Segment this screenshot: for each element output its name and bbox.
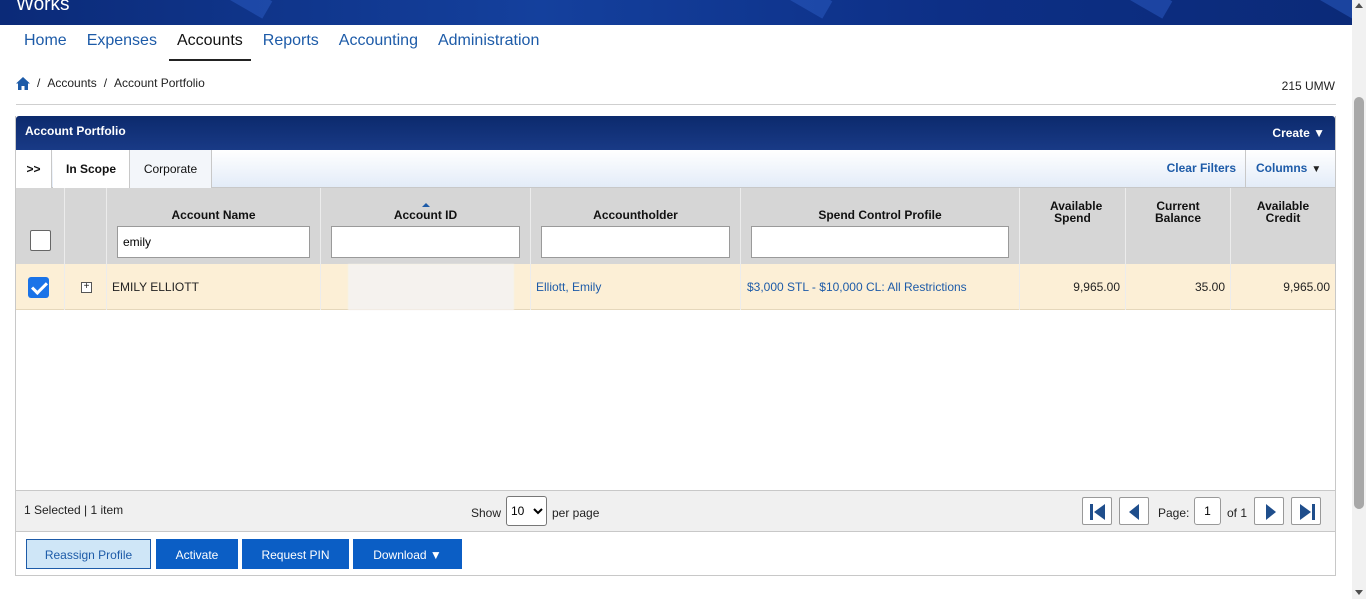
scroll-up-icon[interactable] <box>1355 3 1363 8</box>
banner-decoration <box>787 0 833 19</box>
page-scrollbar[interactable] <box>1352 0 1366 599</box>
columns-label: Columns <box>1256 161 1308 175</box>
clear-filters-link[interactable]: Clear Filters <box>1167 161 1236 175</box>
expand-row-icon[interactable]: + <box>81 282 92 293</box>
nav-accounts[interactable]: Accounts <box>168 25 251 61</box>
available-credit-header[interactable]: Available Credit <box>1231 188 1335 264</box>
activate-button[interactable]: Activate <box>156 539 238 569</box>
divider <box>16 104 1336 105</box>
tab-in-scope[interactable]: In Scope <box>53 150 130 188</box>
available-credit-cell: 9,965.00 <box>1283 280 1330 294</box>
accountholder-link[interactable]: Elliott, Emily <box>531 264 741 310</box>
spend-control-profile-label: Spend Control Profile <box>818 208 942 222</box>
spend-control-profile-link[interactable]: $3,000 STL - $10,000 CL: All Restriction… <box>741 264 1020 310</box>
available-credit-label: Available Credit <box>1256 199 1310 225</box>
account-id-label: Account ID <box>393 208 458 222</box>
per-page-label: per page <box>552 506 600 520</box>
accountholder-header[interactable]: Accountholder <box>531 188 741 264</box>
breadcrumb-current: Account Portfolio <box>114 76 205 90</box>
first-page-icon <box>1090 504 1105 520</box>
expand-column <box>65 188 107 264</box>
next-page-button[interactable] <box>1254 497 1284 525</box>
redacted-account-id <box>348 264 514 310</box>
accountholder-filter[interactable] <box>541 226 730 258</box>
current-balance-header[interactable]: Current Balance <box>1126 188 1231 264</box>
org-code: 215 UMW <box>1281 79 1335 93</box>
breadcrumb-separator: / <box>37 76 41 90</box>
scroll-thumb[interactable] <box>1354 97 1364 509</box>
table-row[interactable]: + EMILY ELLIOTT Elliott, Emily $3,000 ST… <box>16 264 1335 310</box>
accountholder-label: Accountholder <box>593 208 678 222</box>
request-pin-button[interactable]: Request PIN <box>242 539 349 569</box>
breadcrumb: / Accounts / Account Portfolio <box>16 76 205 90</box>
banner-decoration <box>227 0 273 19</box>
account-name-filter[interactable] <box>117 226 310 258</box>
spend-control-profile-header[interactable]: Spend Control Profile <box>741 188 1020 264</box>
last-page-button[interactable] <box>1291 497 1321 525</box>
last-page-icon <box>1300 504 1315 520</box>
columns-menu-button[interactable]: Columns ▼ <box>1245 150 1335 188</box>
spend-control-profile-filter[interactable] <box>751 226 1009 258</box>
nav-accounting[interactable]: Accounting <box>331 25 426 61</box>
current-balance-label: Current Balance <box>1154 199 1202 225</box>
current-balance-cell: 35.00 <box>1126 264 1231 310</box>
account-name-cell: EMILY ELLIOTT <box>107 264 321 310</box>
account-id-filter[interactable] <box>331 226 520 258</box>
account-id-cell <box>321 264 531 310</box>
top-banner: Works <box>0 0 1352 25</box>
nav-expenses[interactable]: Expenses <box>79 25 165 61</box>
next-page-icon <box>1266 504 1276 520</box>
table-header: Account Name Account ID Accountholder Sp… <box>16 188 1335 264</box>
scroll-down-icon[interactable] <box>1355 590 1363 595</box>
breadcrumb-accounts[interactable]: Accounts <box>47 76 96 90</box>
page-number-input[interactable] <box>1194 497 1221 525</box>
banner-decoration <box>1317 0 1352 19</box>
available-spend-header[interactable]: Available Spend <box>1020 188 1126 264</box>
previous-page-button[interactable] <box>1119 497 1149 525</box>
selection-count: 1 Selected | 1 item <box>24 503 124 517</box>
available-spend-label: Available Spend <box>1050 199 1103 225</box>
row-expand-cell: + <box>65 264 107 310</box>
row-select-cell <box>16 264 65 310</box>
action-bar: Reassign Profile Activate Request PIN Do… <box>16 534 1335 574</box>
nav-home[interactable]: Home <box>16 25 75 61</box>
select-all-column <box>16 188 65 264</box>
account-portfolio-panel: Account Portfolio Create ▼ >> In Scope C… <box>15 116 1336 576</box>
main-nav: Home Expenses Accounts Reports Accountin… <box>16 25 551 61</box>
nav-reports[interactable]: Reports <box>255 25 327 61</box>
first-page-button[interactable] <box>1082 497 1112 525</box>
brand-name: Works <box>16 0 70 15</box>
download-menu-button[interactable]: Download ▼ <box>353 539 462 569</box>
expand-filters-tab[interactable]: >> <box>16 150 52 188</box>
sort-ascending-icon <box>421 203 430 207</box>
tab-corporate[interactable]: Corporate <box>130 150 212 188</box>
home-icon[interactable] <box>16 76 30 90</box>
create-menu-button[interactable]: Create ▼ <box>1272 126 1325 140</box>
page-label: Page: <box>1158 506 1190 520</box>
pagination-bar: 1 Selected | 1 item Show 10 per page Pag… <box>16 490 1335 532</box>
account-id-header[interactable]: Account ID <box>321 188 531 264</box>
filter-tabs-bar: >> In Scope Corporate Clear Filters Colu… <box>16 150 1335 188</box>
account-name-label: Account Name <box>171 208 256 222</box>
nav-administration[interactable]: Administration <box>430 25 547 61</box>
reassign-profile-button[interactable]: Reassign Profile <box>26 539 151 569</box>
panel-title: Account Portfolio <box>25 124 126 138</box>
select-all-checkbox[interactable] <box>30 230 51 251</box>
page-total: of 1 <box>1227 506 1248 520</box>
available-spend-cell: 9,965.00 <box>1020 264 1126 310</box>
previous-page-icon <box>1129 504 1139 520</box>
panel-header: Account Portfolio Create ▼ <box>16 116 1335 150</box>
caret-down-icon: ▼ <box>1311 164 1322 175</box>
breadcrumb-separator: / <box>103 76 108 90</box>
account-name-header[interactable]: Account Name <box>107 188 321 264</box>
banner-decoration <box>1127 0 1173 19</box>
show-label: Show <box>471 506 502 520</box>
row-checkbox[interactable] <box>28 277 49 298</box>
per-page-select[interactable]: 10 <box>506 496 547 526</box>
